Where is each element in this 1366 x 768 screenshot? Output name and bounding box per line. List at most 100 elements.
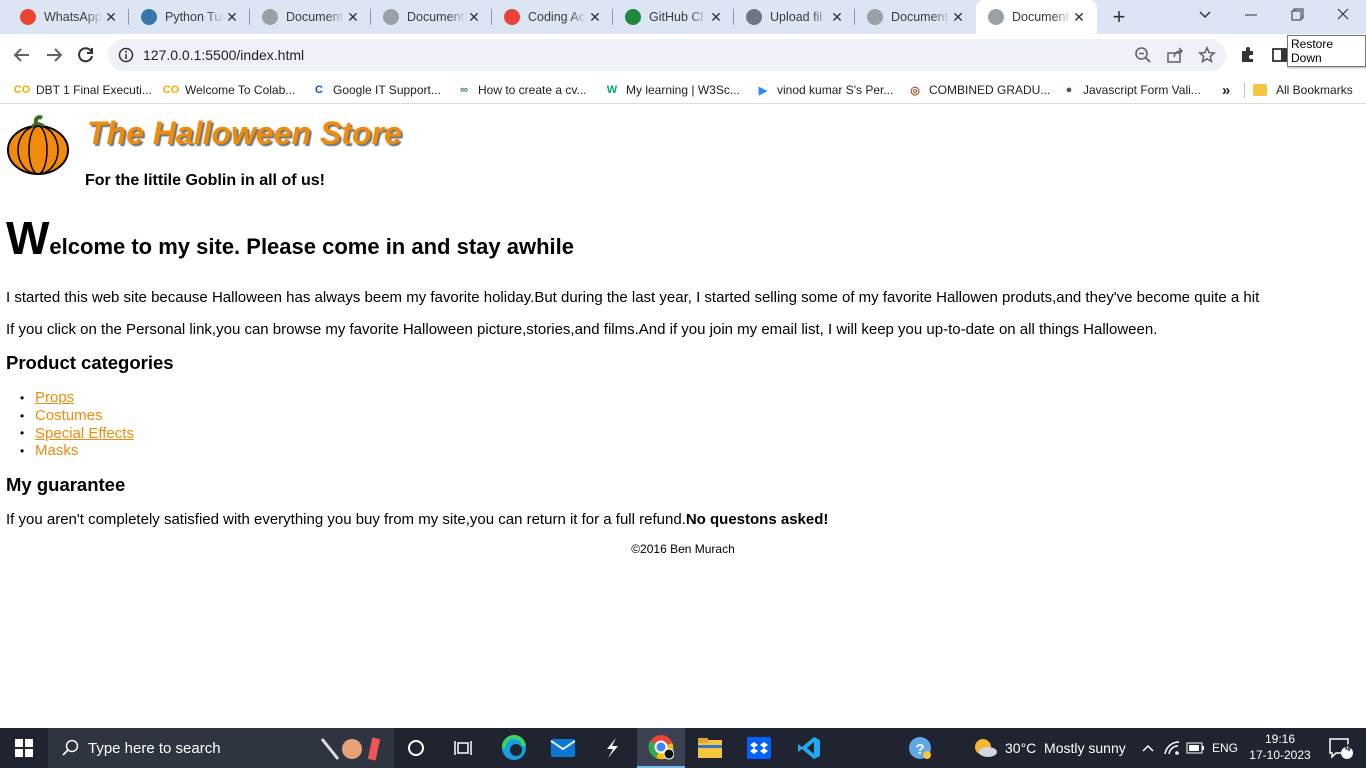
taskbar-search-box[interactable]: Type here to search xyxy=(48,728,394,768)
clock[interactable]: 19:16 17-10-2023 xyxy=(1248,731,1312,765)
browser-tab[interactable]: WhatsApp ✕ xyxy=(8,0,129,34)
bullet: • xyxy=(20,390,25,405)
search-icon xyxy=(62,739,80,757)
browser-tab[interactable]: Python Tutorial✕ xyxy=(129,0,250,34)
close-tab-icon[interactable]: ✕ xyxy=(345,9,361,25)
bookmark-item[interactable]: ▶ vinod kumar S's Per... xyxy=(755,82,894,98)
bookmark-label: Google IT Support... xyxy=(333,83,441,97)
weather-sun-icon xyxy=(973,737,997,759)
close-window-button[interactable] xyxy=(1330,0,1356,30)
bullet: • xyxy=(20,426,25,441)
page-content: The Halloween Store For the littile Gobl… xyxy=(0,105,1366,728)
gmail-icon xyxy=(504,9,520,25)
close-tab-icon[interactable]: ✕ xyxy=(1071,9,1087,25)
edge-icon[interactable] xyxy=(490,728,538,768)
category-item: • Special Effects xyxy=(20,424,134,442)
notification-count: 4 xyxy=(1345,743,1351,754)
all-bookmarks-button[interactable]: All Bookmarks xyxy=(1253,82,1353,98)
app-s-icon[interactable] xyxy=(588,728,636,768)
file-explorer-icon[interactable] xyxy=(686,728,734,768)
close-tab-icon[interactable]: ✕ xyxy=(224,9,240,25)
guarantee-paragraph: If you aren't completely satisfied with … xyxy=(6,511,828,528)
pumpkin-logo xyxy=(6,115,70,175)
chrome-taskbar-icon[interactable] xyxy=(637,728,685,768)
colab-icon: CO xyxy=(13,84,31,96)
category-link-costumes[interactable]: Costumes xyxy=(35,407,103,424)
windows-start-icon[interactable] xyxy=(0,728,48,768)
coursera-icon: C xyxy=(315,84,323,96)
zoom-icon[interactable] xyxy=(1134,46,1152,64)
browser-tab[interactable]: Document ✕ xyxy=(371,0,492,34)
help-icon[interactable]: ? xyxy=(896,728,944,768)
minimize-button[interactable] xyxy=(1238,0,1264,30)
bookmark-label: Welcome To Colab... xyxy=(185,83,296,97)
show-hidden-icons-chevron-icon[interactable] xyxy=(1138,728,1158,768)
page-footer: ©2016 Ben Murach xyxy=(631,542,735,556)
address-bar[interactable]: 127.0.0.1:5500/index.html xyxy=(108,39,1226,71)
back-arrow-icon[interactable] xyxy=(10,43,34,67)
guarantee-text: If you aren't completely satisfied with … xyxy=(6,511,686,528)
url-text[interactable]: 127.0.0.1:5500/index.html xyxy=(143,47,304,63)
browser-tab[interactable]: Upload fil ✕ xyxy=(734,0,855,34)
restore-down-tooltip: Restore Down xyxy=(1287,35,1366,67)
task-view-icon[interactable] xyxy=(440,728,488,768)
bookmark-item[interactable]: CO DBT 1 Final Executi... xyxy=(14,82,152,98)
close-tab-icon[interactable]: ✕ xyxy=(587,9,603,25)
tab-title: Document xyxy=(286,10,343,24)
more-bookmarks-button[interactable]: » xyxy=(1222,82,1230,99)
site-title: The Halloween Store xyxy=(87,115,402,151)
new-tab-button[interactable]: + xyxy=(1108,4,1130,29)
tab-title: GitHub Cl xyxy=(649,10,704,24)
bookmark-item[interactable]: W My learning | W3Sc... xyxy=(604,82,740,98)
mail-icon[interactable] xyxy=(539,728,587,768)
bookmark-item[interactable]: ◎ COMBINED GRADU... xyxy=(907,82,1050,98)
vscode-icon[interactable] xyxy=(785,728,833,768)
github-icon xyxy=(746,9,762,25)
wifi-icon[interactable] xyxy=(1160,728,1184,768)
browser-tab[interactable]: Document ✕ xyxy=(855,0,976,34)
bookmark-label: How to create a cv... xyxy=(478,83,587,97)
browser-tab[interactable]: Coding Ac ✕ xyxy=(492,0,613,34)
tagline: For the littile Goblin in all of us! xyxy=(85,172,325,189)
personal-paragraph: If you click on the Personal link,you ca… xyxy=(6,321,1158,338)
notifications-icon[interactable]: 4 xyxy=(1320,728,1360,768)
dropbox-icon[interactable] xyxy=(735,728,783,768)
category-link-props[interactable]: Props xyxy=(35,389,74,406)
close-tab-icon[interactable]: ✕ xyxy=(103,9,119,25)
battery-icon[interactable] xyxy=(1184,728,1208,768)
share-icon[interactable] xyxy=(1166,46,1184,64)
bookmark-item[interactable]: ● Javascript Form Vali... xyxy=(1061,82,1201,98)
category-link-special-effects[interactable]: Special Effects xyxy=(35,425,134,442)
close-tab-icon[interactable]: ✕ xyxy=(708,9,724,25)
bookmark-item[interactable]: CO Welcome To Colab... xyxy=(163,82,296,98)
categories-heading: Product categories xyxy=(6,352,174,373)
tab-title: Coding Ac xyxy=(528,10,585,24)
browser-tab[interactable]: GitHub Cl ✕ xyxy=(613,0,734,34)
welcome-initial: W xyxy=(6,212,50,264)
browser-tab[interactable]: Document ✕ xyxy=(250,0,371,34)
bookmark-item[interactable]: ∞ How to create a cv... xyxy=(456,82,587,98)
category-item: • Props xyxy=(20,389,134,407)
language-indicator[interactable]: ENG xyxy=(1212,728,1238,768)
site-info-icon[interactable] xyxy=(118,47,134,63)
extensions-puzzle-icon[interactable] xyxy=(1236,43,1260,67)
guarantee-heading: My guarantee xyxy=(6,474,126,495)
tab-strip: WhatsApp✕Python Tutorial✕Document✕Docume… xyxy=(0,0,1366,34)
bookmark-item[interactable]: C Google IT Support... xyxy=(311,82,441,98)
all-bookmarks-label: All Bookmarks xyxy=(1276,83,1353,97)
forward-arrow-icon[interactable] xyxy=(42,43,66,67)
bookmark-star-icon[interactable] xyxy=(1197,45,1217,64)
intro-paragraph: I started this web site because Hallowee… xyxy=(6,289,1260,306)
close-tab-icon[interactable]: ✕ xyxy=(950,9,966,25)
browser-tab[interactable]: Document ✕ xyxy=(976,0,1097,34)
person-icon: ● xyxy=(1065,84,1073,96)
weather-widget[interactable]: 30°C Mostly sunny xyxy=(973,728,1126,768)
cortana-icon[interactable] xyxy=(392,728,440,768)
category-link-masks[interactable]: Masks xyxy=(35,442,78,459)
tab-search-chevron-icon[interactable] xyxy=(1196,6,1214,24)
reload-icon[interactable] xyxy=(74,43,98,67)
restore-down-button[interactable] xyxy=(1284,0,1310,30)
close-tab-icon[interactable]: ✕ xyxy=(829,9,845,25)
close-tab-icon[interactable]: ✕ xyxy=(466,9,482,25)
w3schools-icon: W xyxy=(606,84,618,96)
